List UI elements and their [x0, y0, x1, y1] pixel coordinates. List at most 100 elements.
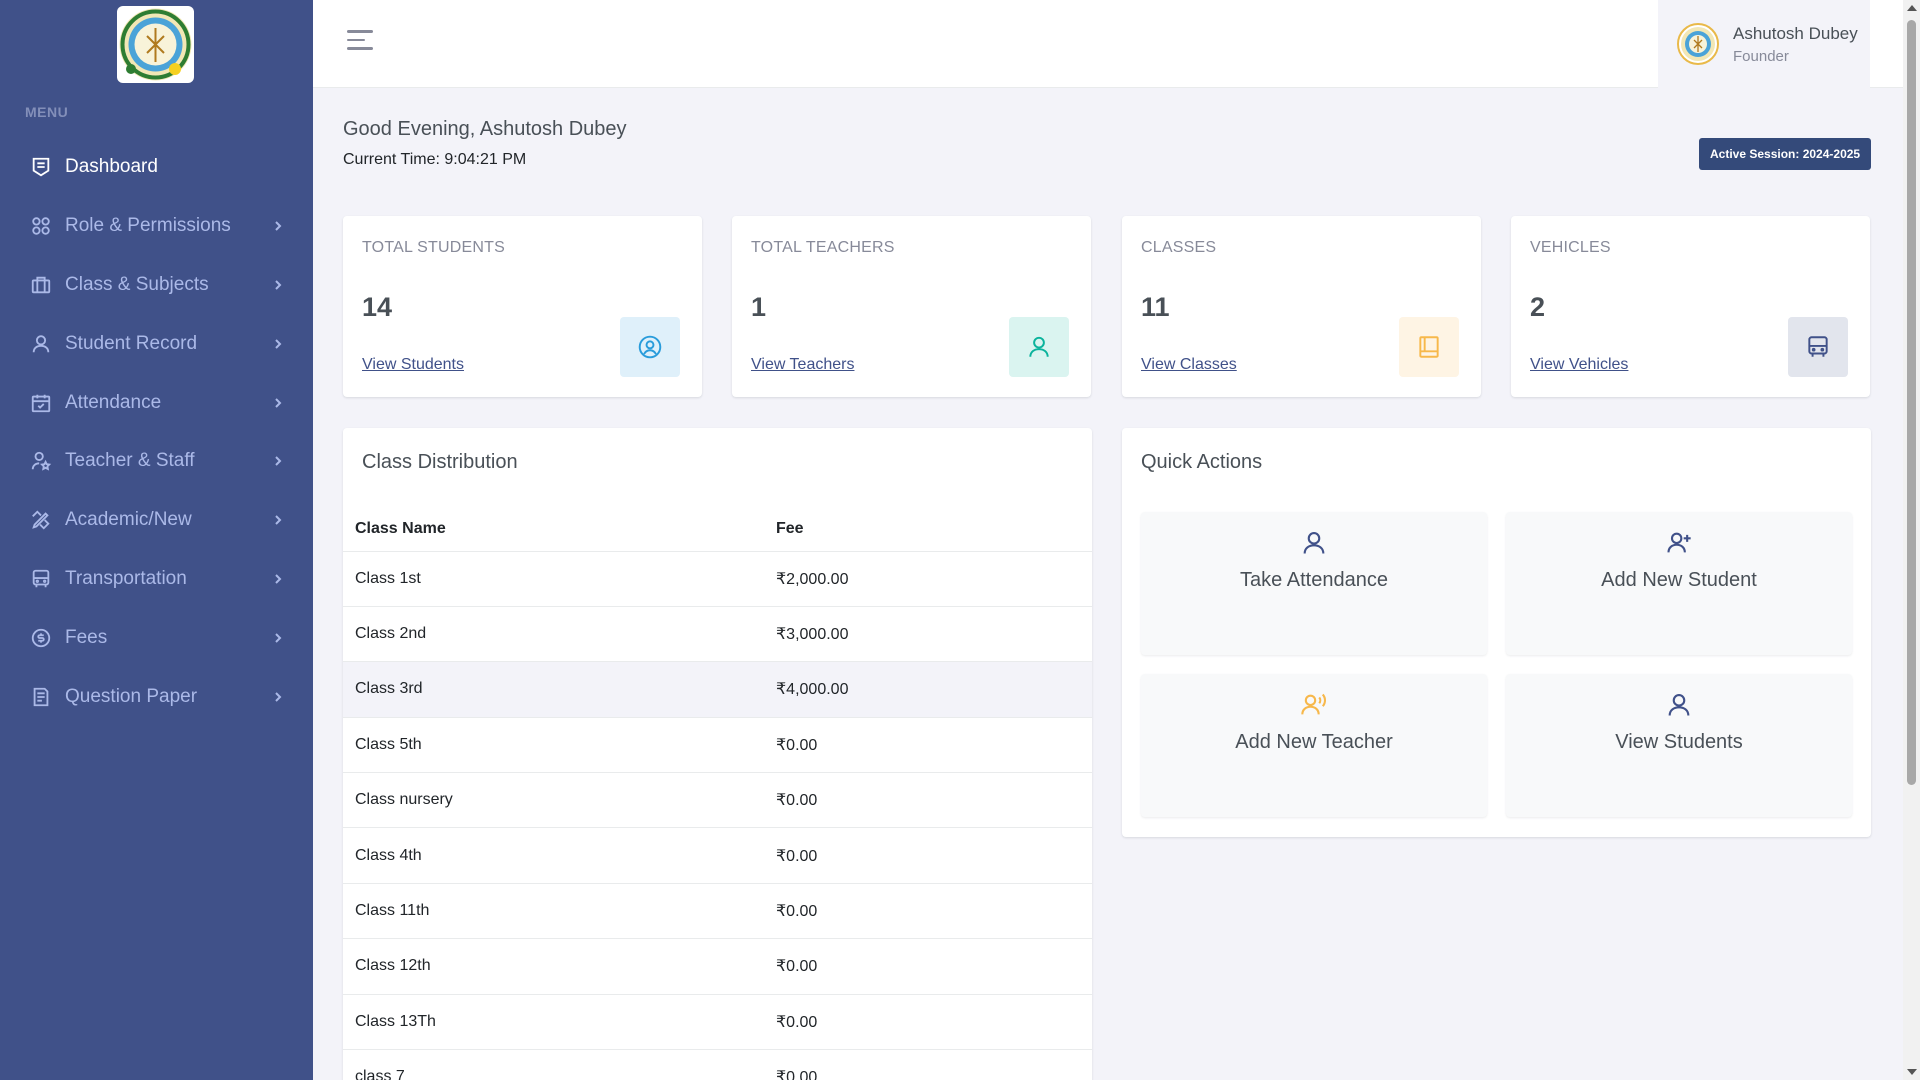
class-name-cell: Class 2nd — [343, 606, 764, 663]
sidebar-item-label: Question Paper — [65, 685, 198, 707]
scroll-down-arrow-icon[interactable] — [1907, 1069, 1917, 1075]
sidebar-item-class-subjects[interactable]: Class & Subjects — [0, 256, 313, 315]
quick-actions-title: Quick Actions — [1141, 451, 1263, 473]
stat-value: 2 — [1530, 292, 1546, 322]
chevron-right-icon — [275, 633, 282, 643]
user-role: Founder — [1733, 47, 1789, 65]
chevron-right-icon — [275, 221, 282, 231]
view-classes-link[interactable]: View Classes — [1141, 356, 1237, 374]
class-name-cell: Class 5th — [343, 717, 764, 774]
user-circle-icon — [620, 317, 680, 377]
class-name-cell: Class 4th — [343, 827, 764, 884]
menu-title: MENU — [25, 104, 69, 120]
table-row[interactable]: Class 11th ₹0.00 — [343, 883, 1092, 940]
stat-value: 14 — [362, 292, 393, 322]
view-students-button[interactable]: View Students — [1506, 674, 1852, 817]
table-row[interactable]: class 7 ₹0.00 — [343, 1049, 1092, 1080]
scrollbar-thumb[interactable] — [1907, 20, 1916, 785]
pencil-ruler-icon — [30, 509, 52, 531]
bus-icon — [1788, 317, 1848, 377]
table-row[interactable]: Class 1st ₹2,000.00 — [343, 551, 1092, 607]
fee-cell: ₹3,000.00 — [764, 606, 1092, 663]
table-row[interactable]: Class 2nd ₹3,000.00 — [343, 606, 1092, 663]
fee-cell: ₹4,000.00 — [764, 661, 1092, 718]
class-name-cell: Class 13Th — [343, 994, 764, 1051]
fee-cell: ₹0.00 — [764, 717, 1092, 774]
sidebar-item-label: Class & Subjects — [65, 273, 209, 295]
chevron-right-icon — [275, 280, 282, 290]
fee-cell: ₹0.00 — [764, 994, 1092, 1051]
sidebar-item-question-paper[interactable]: Question Paper — [0, 667, 313, 726]
table-row[interactable]: Class 4th ₹0.00 — [343, 827, 1092, 884]
chevron-right-icon — [275, 574, 282, 584]
table-row[interactable]: Class 13Th ₹0.00 — [343, 994, 1092, 1051]
user-profile-dropdown[interactable]: Ashutosh Dubey Founder — [1658, 0, 1870, 88]
sidebar-item-student-record[interactable]: Student Record — [0, 314, 313, 373]
dashboard-icon — [30, 156, 52, 178]
fee-cell: ₹0.00 — [764, 938, 1092, 995]
calendar-icon — [30, 392, 52, 414]
chevron-right-icon — [275, 515, 282, 525]
table-row[interactable]: Class 3rd ₹4,000.00 — [343, 661, 1092, 718]
column-header: Fee — [764, 508, 1092, 552]
hamburger-menu-icon[interactable] — [347, 30, 377, 56]
take-attendance-button[interactable]: Take Attendance — [1141, 512, 1487, 655]
current-time: Current Time: 9:04:21 PM — [343, 151, 527, 168]
fee-cell: ₹0.00 — [764, 883, 1092, 940]
sidebar-item-label: Dashboard — [65, 156, 158, 178]
sidebar-item-label: Academic/New — [65, 509, 192, 531]
view-teachers-link[interactable]: View Teachers — [751, 356, 854, 374]
user-icon — [1506, 691, 1852, 719]
stat-card-students: TOTAL STUDENTS 14 View Students — [343, 216, 702, 397]
quick-action-label: Take Attendance — [1240, 569, 1388, 591]
sidebar-item-transportation[interactable]: Transportation — [0, 550, 313, 609]
topbar: Ashutosh Dubey Founder — [313, 0, 1903, 88]
user-icon — [1141, 529, 1487, 557]
bus-icon — [30, 568, 52, 590]
table-row[interactable]: Class 5th ₹0.00 — [343, 717, 1092, 774]
stat-value: 11 — [1141, 292, 1170, 322]
chevron-right-icon — [275, 456, 282, 467]
page-scrollbar[interactable] — [1903, 0, 1920, 1080]
user-star-icon — [30, 450, 52, 472]
add-new-teacher-button[interactable]: Add New Teacher — [1141, 674, 1487, 817]
table-row[interactable]: Class 12th ₹0.00 — [343, 938, 1092, 995]
money-icon — [30, 627, 52, 649]
school-logo[interactable] — [117, 6, 194, 83]
session-badge: Active Session: 2024-2025 — [1699, 138, 1872, 170]
chevron-right-icon — [275, 397, 282, 408]
stat-card-teachers: TOTAL TEACHERS 1 View Teachers — [732, 216, 1091, 397]
sidebar-item-label: Fees — [65, 626, 108, 648]
quick-action-label: Add New Teacher — [1235, 731, 1393, 753]
sidebar-item-label: Teacher & Staff — [65, 450, 195, 472]
add-new-student-button[interactable]: Add New Student — [1506, 512, 1852, 655]
quick-action-label: Add New Student — [1601, 569, 1757, 591]
class-name-cell: Class 1st — [343, 551, 764, 607]
sidebar-item-role-permissions[interactable]: Role & Permissions — [0, 197, 313, 256]
user-add-icon — [1506, 529, 1852, 557]
class-distribution-card: Class Distribution Class Name Fee Class … — [343, 428, 1092, 1080]
user-voice-icon — [1141, 691, 1487, 719]
sidebar-item-fees[interactable]: Fees — [0, 608, 313, 667]
fee-cell: ₹0.00 — [764, 772, 1092, 829]
fee-cell: ₹2,000.00 — [764, 551, 1092, 607]
sidebar-item-academic-new[interactable]: Academic/New — [0, 491, 313, 550]
sidebar-item-label: Student Record — [65, 332, 198, 354]
chevron-right-icon — [275, 691, 282, 702]
sidebar-item-label: Role & Permissions — [65, 215, 231, 237]
sidebar-item-attendance[interactable]: Attendance — [0, 373, 313, 432]
book-icon — [1399, 317, 1459, 377]
sidebar-item-label: Attendance — [65, 391, 162, 413]
stat-title: VEHICLES — [1530, 239, 1611, 256]
sidebar-item-dashboard[interactable]: Dashboard — [0, 138, 313, 197]
table-row[interactable]: Class nursery ₹0.00 — [343, 772, 1092, 829]
view-students-link[interactable]: View Students — [362, 356, 464, 374]
view-vehicles-link[interactable]: View Vehicles — [1530, 356, 1628, 374]
table-header-row: Class Name Fee — [343, 508, 1092, 552]
stat-card-classes: CLASSES 11 View Classes — [1122, 216, 1481, 397]
sidebar-item-teacher-staff[interactable]: Teacher & Staff — [0, 432, 313, 491]
briefcase-icon — [30, 274, 52, 296]
greeting-text: Good Evening, Ashutosh Dubey — [343, 118, 627, 140]
scroll-up-arrow-icon[interactable] — [1907, 5, 1917, 11]
class-name-cell: Class 11th — [343, 883, 764, 940]
